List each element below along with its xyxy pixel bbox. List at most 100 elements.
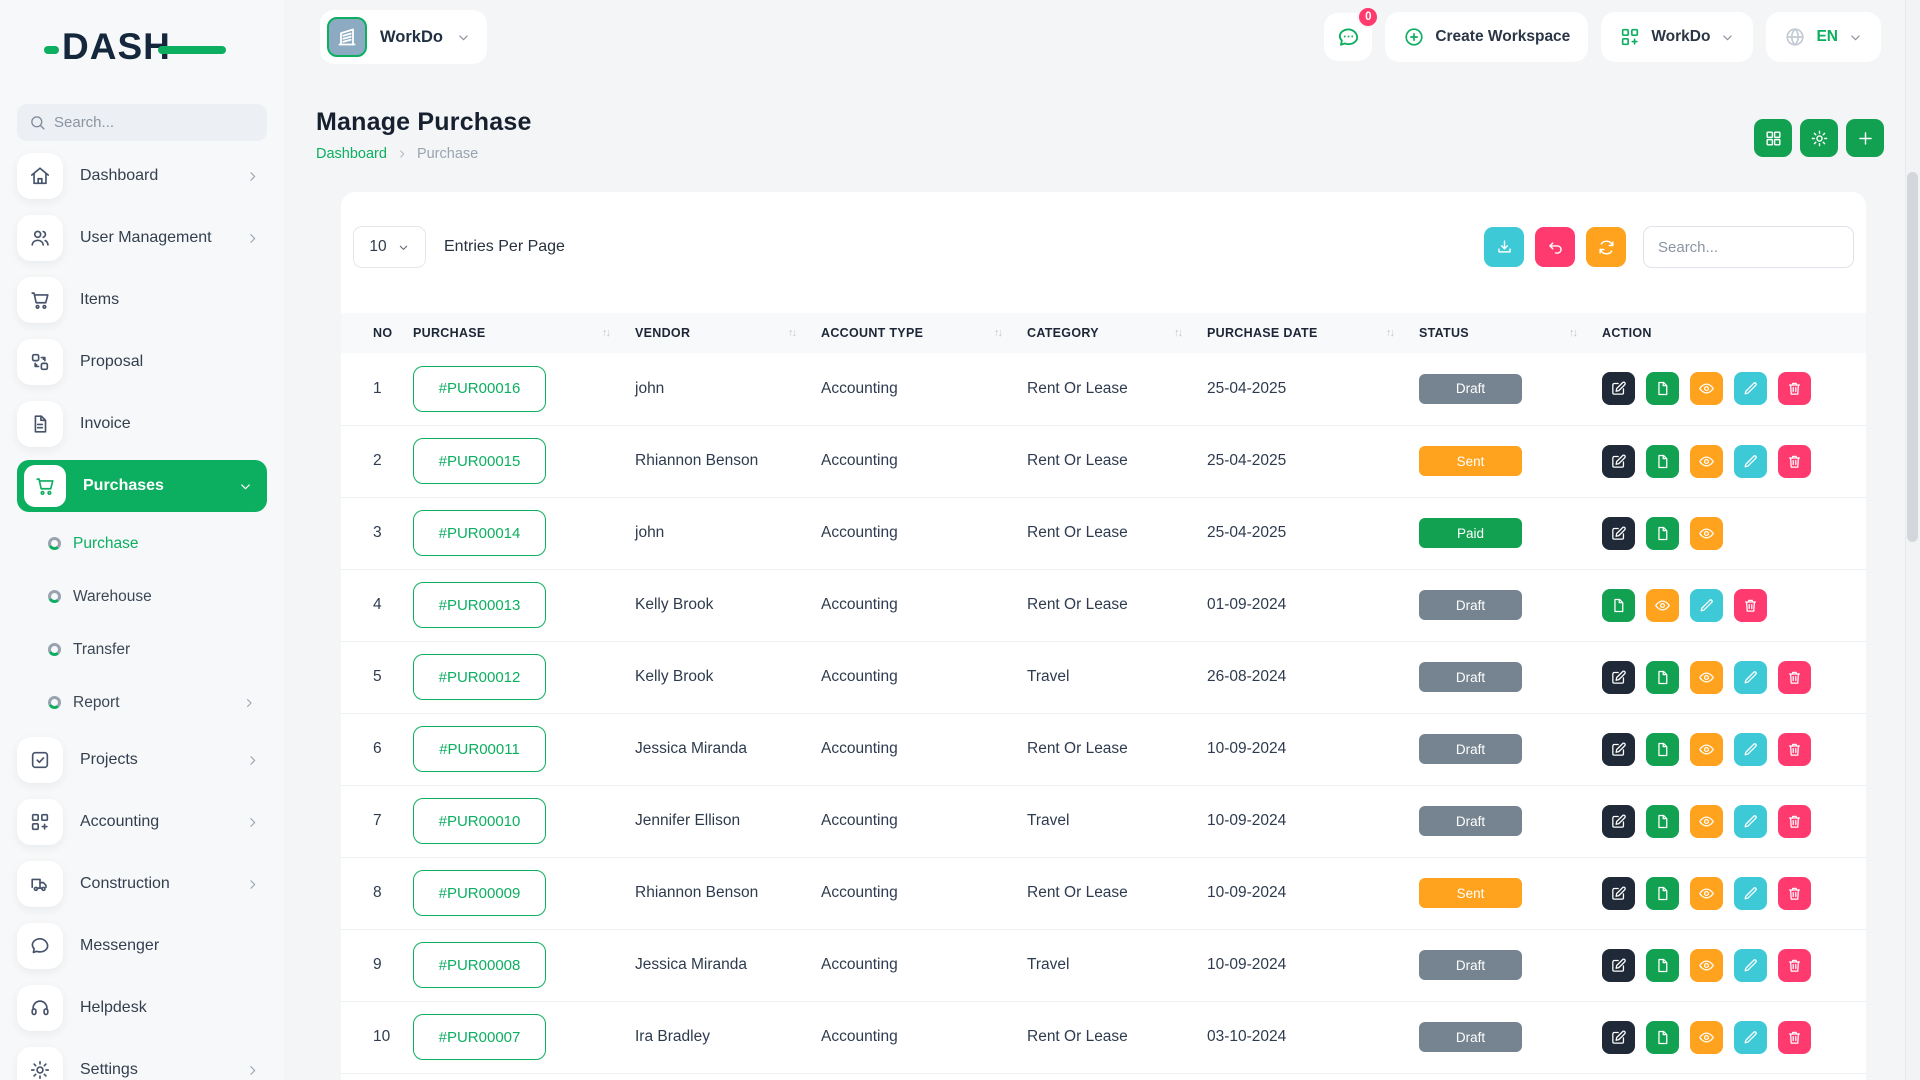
sidebar-item-purchases[interactable]: Purchases [17,460,267,512]
file-button[interactable] [1646,661,1679,694]
brand-logo[interactable]: DASH [62,26,232,74]
create-workspace-button[interactable]: Create Workspace [1385,12,1588,62]
purchase-number-button[interactable]: #PUR00010 [413,798,546,844]
pencil-button[interactable] [1734,877,1767,910]
file-button[interactable] [1646,1021,1679,1054]
grid-button[interactable] [1754,119,1792,157]
eye-button[interactable] [1690,949,1723,982]
pencil-button[interactable] [1734,805,1767,838]
edit-square-button[interactable] [1602,517,1635,550]
file-button[interactable] [1646,805,1679,838]
eye-button[interactable] [1690,733,1723,766]
edit-square-button[interactable] [1602,445,1635,478]
trash-button[interactable] [1778,661,1811,694]
eye-button[interactable] [1690,517,1723,550]
plus-button[interactable] [1846,119,1884,157]
edit-square-button[interactable] [1602,733,1635,766]
purchase-number-button[interactable]: #PUR00015 [413,438,546,484]
file-button[interactable] [1602,589,1635,622]
purchase-number-button[interactable]: #PUR00012 [413,654,546,700]
refresh-button[interactable] [1586,227,1626,267]
breadcrumb-dashboard[interactable]: Dashboard [316,146,387,162]
entries-per-page-select[interactable]: 10 [353,226,426,268]
pencil-button[interactable] [1734,1021,1767,1054]
column-header-purchase-date[interactable]: PURCHASE DATE↑↓ [1207,313,1419,353]
edit-square-button[interactable] [1602,661,1635,694]
eye-button[interactable] [1690,1021,1723,1054]
pencil-button[interactable] [1734,661,1767,694]
sidebar-item-user-management[interactable]: User Management [0,207,284,269]
user-menu-button[interactable]: WorkDo [1601,12,1753,62]
edit-square-button[interactable] [1602,805,1635,838]
trash-button[interactable] [1734,589,1767,622]
sidebar-item-items[interactable]: Items [0,269,284,331]
edit-square-button[interactable] [1602,877,1635,910]
sidebar-item-proposal[interactable]: Proposal [0,331,284,393]
sidebar-item-construction[interactable]: Construction [0,853,284,915]
sidebar-subitem-transfer[interactable]: Transfer [0,623,284,676]
sidebar-item-helpdesk[interactable]: Helpdesk [0,977,284,1039]
gear-button[interactable] [1800,119,1838,157]
pencil-button[interactable] [1690,589,1723,622]
sidebar-subitem-report[interactable]: Report [0,676,284,729]
column-header-account-type[interactable]: ACCOUNT TYPE↑↓ [821,313,1027,353]
sidebar-subitem-purchase[interactable]: Purchase [0,517,284,570]
purchase-number-button[interactable]: #PUR00016 [413,366,546,412]
eye-button[interactable] [1690,805,1723,838]
eye-button[interactable] [1690,445,1723,478]
trash-button[interactable] [1778,1021,1811,1054]
purchase-number-button[interactable]: #PUR00011 [413,726,546,772]
file-button[interactable] [1646,877,1679,910]
eye-button[interactable] [1690,661,1723,694]
trash-button[interactable] [1778,877,1811,910]
file-button[interactable] [1646,733,1679,766]
sidebar-search[interactable] [17,104,267,141]
sidebar-item-projects[interactable]: Projects [0,729,284,791]
pencil-button[interactable] [1734,445,1767,478]
sort-icon: ↑↓ [1386,327,1393,339]
purchase-number-button[interactable]: #PUR00013 [413,582,546,628]
undo-button[interactable] [1535,227,1575,267]
purchase-number-button[interactable]: #PUR00008 [413,942,546,988]
purchase-number-button[interactable]: #PUR00014 [413,510,546,556]
column-header-vendor[interactable]: VENDOR↑↓ [635,313,821,353]
column-header-category[interactable]: CATEGORY↑↓ [1027,313,1207,353]
eye-button[interactable] [1646,589,1679,622]
messages-button[interactable]: 0 [1324,13,1372,61]
trash-button[interactable] [1778,372,1811,405]
purchase-number-button[interactable]: #PUR00007 [413,1014,546,1060]
trash-button[interactable] [1778,805,1811,838]
edit-square-button[interactable] [1602,1021,1635,1054]
eye-button[interactable] [1690,372,1723,405]
scrollbar-track[interactable] [1905,0,1920,1080]
pencil-button[interactable] [1734,733,1767,766]
sidebar-item-dashboard[interactable]: Dashboard [0,145,284,207]
file-button[interactable] [1646,517,1679,550]
cell-status: Draft [1419,641,1602,713]
sidebar-item-messenger[interactable]: Messenger [0,915,284,977]
sidebar-search-input[interactable] [54,114,255,131]
file-button[interactable] [1646,445,1679,478]
language-selector[interactable]: EN [1766,12,1881,62]
column-header-status[interactable]: STATUS↑↓ [1419,313,1602,353]
purchase-number-button[interactable]: #PUR00009 [413,870,546,916]
sidebar-item-invoice[interactable]: Invoice [0,393,284,455]
workspace-switcher[interactable]: WorkDo [320,10,487,64]
file-button[interactable] [1646,372,1679,405]
trash-button[interactable] [1778,445,1811,478]
table-search-input[interactable] [1643,226,1854,268]
eye-button[interactable] [1690,877,1723,910]
sidebar-item-settings[interactable]: Settings [0,1039,284,1080]
sidebar-subitem-warehouse[interactable]: Warehouse [0,570,284,623]
scrollbar-thumb[interactable] [1907,172,1918,542]
edit-square-button[interactable] [1602,949,1635,982]
file-button[interactable] [1646,949,1679,982]
column-header-purchase[interactable]: PURCHASE↑↓ [413,313,635,353]
edit-square-button[interactable] [1602,372,1635,405]
pencil-button[interactable] [1734,372,1767,405]
download-button[interactable] [1484,227,1524,267]
trash-button[interactable] [1778,733,1811,766]
trash-button[interactable] [1778,949,1811,982]
sidebar-item-accounting[interactable]: Accounting [0,791,284,853]
pencil-button[interactable] [1734,949,1767,982]
